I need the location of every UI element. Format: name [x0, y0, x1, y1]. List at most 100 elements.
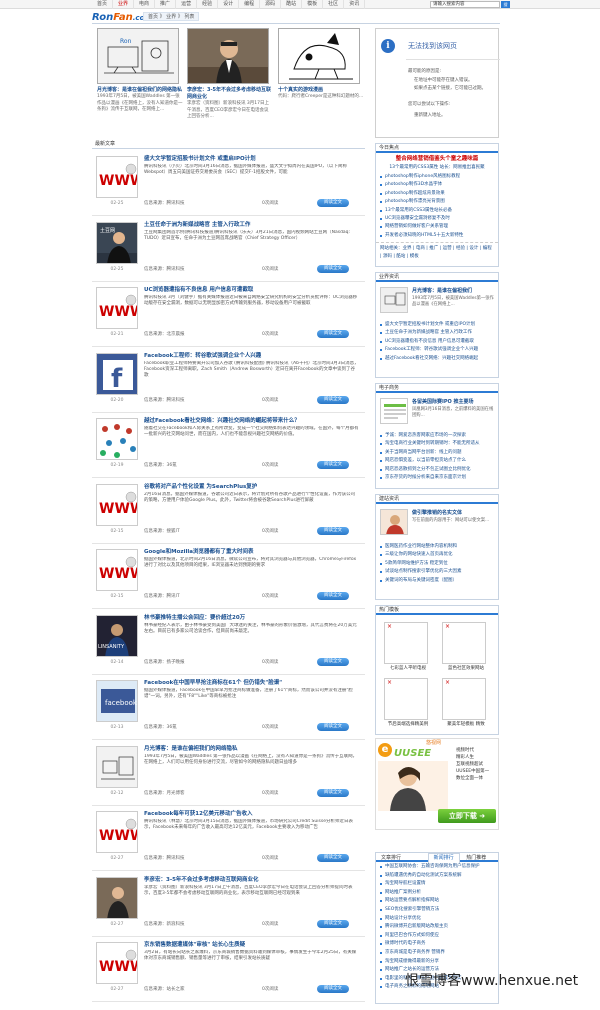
list-item[interactable]: 网站推广案例分析 — [380, 889, 494, 898]
article-title[interactable]: 越过Facebook看社交网络：兴趣社交网络的崛起将带来什么？ — [144, 418, 300, 425]
nav-item[interactable]: 资讯 — [344, 0, 366, 9]
nav-item[interactable]: 酷站 — [281, 0, 303, 9]
list-item[interactable]: 关于当网商当网平台创新：线上的问题 — [380, 449, 494, 457]
list-item[interactable]: 医网医药作业行网站整体内容机制和 — [380, 543, 494, 551]
article-title[interactable]: Google和Mozilla浏览器都有了重大时间表 — [144, 549, 253, 556]
list-item[interactable]: 淘宝电商行业关键时到转期销时：不能无所适从 — [380, 440, 494, 448]
breadcrumb[interactable]: 首页 》 业界 》 列表 — [143, 12, 200, 21]
list-item[interactable]: photoshop制作iphone风格图标教程 — [380, 173, 494, 181]
read-more-button[interactable]: 阅读全文 — [317, 330, 349, 338]
list-item[interactable]: 网店恐惧变差，以当前零担货站点了什么 — [380, 457, 494, 465]
search-button[interactable]: 搜 — [501, 1, 510, 8]
read-more-button[interactable]: 阅读全文 — [317, 526, 349, 535]
nav-item[interactable]: 经验 — [197, 0, 219, 9]
nav-item[interactable]: 设计 — [218, 0, 240, 9]
list-item[interactable]: photoshop制作超炫背景效果 — [380, 190, 494, 198]
article-title[interactable]: Facebook工程师：转谷歌试强调企业个人兴趣 — [144, 353, 261, 360]
list-item[interactable]: 腾讯微博开启新版网站改版主页 — [380, 923, 494, 932]
article-thumbnail[interactable]: 土豆网 — [96, 221, 138, 264]
read-more-button[interactable]: 阅读全文 — [317, 395, 349, 404]
focus-headline[interactable]: 整合网络营销借鉴头个童之趣味篇 — [376, 156, 498, 163]
nav-item[interactable]: 社区 — [323, 0, 345, 9]
search-input[interactable]: 请输入搜索内容 — [430, 1, 500, 8]
list-item[interactable]: 网站设计分享优化 — [380, 915, 494, 924]
list-item[interactable]: 土豆任命于洲为新媒战略官 主管入行政工作 — [380, 329, 494, 337]
featured-item[interactable]: Ron 月光博客：是谁在偏袒我们的网络隐私 1993年7月5日，被美国Waddl… — [97, 28, 183, 136]
read-more-button[interactable]: 阅读全文 — [317, 723, 349, 731]
list-item[interactable]: 阿里巴巴合作方式如何使应 — [380, 932, 494, 941]
article-title[interactable]: 盛大文学暂定招股书计划文件 或重启IPO计划 — [144, 156, 256, 163]
template-label[interactable]: 蓝色社区效果网站 — [442, 666, 490, 672]
featured-image[interactable] — [278, 28, 360, 84]
article-title[interactable]: Facebook每年可获12亿美元移动广告收入 — [144, 811, 252, 818]
nav-item[interactable]: 编程 — [239, 0, 261, 9]
focus-subline[interactable]: 13个最常用的CSS3属性 站长：网易推出喜民聚 — [376, 165, 498, 171]
list-item[interactable]: 盛大文学暂定招股书计划文件 或重启IPO计划 — [380, 321, 494, 329]
article-title[interactable]: 京东销售数据遭媒体"审核" 站长心生质疑 — [144, 942, 245, 949]
list-item[interactable]: 中国互联网协会：五输咨询保网为用户信息保护 — [380, 863, 494, 872]
webmaster-spotlight[interactable]: 做引擎推销的名实文体 写在前面的内容用于：网站可以使文案... — [380, 509, 496, 539]
ad-download-button[interactable]: 立即下载 ➜ — [438, 809, 496, 823]
list-item[interactable]: 三级让你的网站快速入首页再优化 — [380, 551, 494, 559]
tab-news-rank[interactable]: 新闻排行 — [427, 853, 460, 863]
read-more-button[interactable]: 阅读全文 — [317, 592, 349, 600]
template-thumb[interactable] — [384, 622, 428, 664]
featured-image[interactable] — [187, 28, 269, 84]
ecommerce-spotlight[interactable]: 各留美国际赛IPO 推主要场 凤凰网3月16日消息，之前爆料的美国在线团购... — [380, 398, 496, 428]
article-title[interactable]: UC浏览器遭指有不良信息 用户信息可遭截取 — [144, 287, 253, 294]
template-item[interactable]: 七彩蓝人平听电视 — [384, 622, 432, 684]
nav-item[interactable]: 模板 — [302, 0, 324, 9]
read-more-button[interactable]: 阅读全文 — [317, 657, 349, 666]
article-thumbnail[interactable] — [96, 418, 138, 460]
template-item[interactable]: 蓝色社区效果网站 — [442, 622, 490, 684]
list-item[interactable]: Facebook工程师：转谷歌试强调企业个人兴趣 — [380, 346, 494, 354]
list-item[interactable]: 越过Facebook看社交网络：兴趣社交网络崛起 — [380, 355, 494, 363]
site-tags[interactable]: 网站相关：业界 | 电商 | 推广 | 运营 | 经验 | 设计 | 编程 | … — [376, 242, 498, 263]
featured-image[interactable]: Ron — [97, 28, 179, 84]
template-thumb[interactable] — [442, 622, 486, 664]
article-thumbnail[interactable]: WWW — [96, 287, 138, 329]
spotlight-thumb[interactable] — [380, 398, 408, 424]
read-more-button[interactable]: 阅读全文 — [317, 788, 349, 797]
featured-item[interactable]: 李彦宏：3-5年不会过多考虑移动互联网商业化 李彦宏（资料图）新浪科技讯 3月1… — [187, 28, 273, 136]
article-thumbnail[interactable]: f — [96, 352, 138, 395]
industry-spotlight[interactable]: 月光博客：是谁在偏袒我们 1993年7月5日，被美国Waddles第一张作品以漫… — [380, 287, 496, 317]
list-item[interactable]: photoshop制作3D水晶字体 — [380, 181, 494, 189]
article-title[interactable]: 月光博客：是谁在偏袒我们的网络隐私 — [144, 746, 238, 753]
spotlight-title[interactable]: 各留美国际赛IPO 推主要场 — [412, 399, 474, 406]
template-label[interactable]: 七彩蓝人平听电视 — [384, 666, 432, 672]
list-item[interactable]: 关键词的布局与关键词密度（配图） — [380, 577, 494, 585]
featured-item[interactable]: 十个真实的游戏漫画 代码：爬行者Creeper是这种科幻题材的... — [278, 28, 364, 136]
list-item[interactable]: 京东商城是电子商务界 营销界 — [380, 949, 494, 958]
retype-link[interactable]: 重新键入地址。 — [414, 113, 446, 119]
article-title[interactable]: 土豆任命于洲为新媒战略官 主管入行政工作 — [144, 222, 250, 229]
list-item[interactable]: 13个最常用的CSS3属性站长必备 — [380, 207, 494, 215]
article-title[interactable]: 李彦宏：3-5年不会过多考虑移动互联网商业化 — [144, 877, 258, 884]
list-item[interactable]: photoshop制作漂亮光背景图 — [380, 198, 494, 206]
nav-item[interactable]: 业界 — [113, 0, 135, 9]
featured-title[interactable]: 月光博客：是谁在偏袒我们的网络隐私 — [97, 87, 183, 94]
list-item[interactable]: UC浏览器曝安全漏洞修复不及时 — [380, 215, 494, 223]
template-item[interactable]: 节后高端选择精美例 — [384, 678, 432, 740]
list-item[interactable]: 试谈站点制作搜索引擎优化的三大因素 — [380, 568, 494, 576]
featured-title[interactable]: 十个真实的游戏漫画 — [278, 87, 364, 94]
spotlight-thumb[interactable] — [380, 287, 408, 313]
list-item[interactable]: 淘宝网导航栏设置情 — [380, 880, 494, 889]
list-item[interactable]: 5款简单网站维护方法 稳定到位 — [380, 560, 494, 568]
read-more-button[interactable]: 阅读全文 — [317, 919, 349, 928]
read-more-button[interactable]: 阅读全文 — [317, 461, 349, 469]
spotlight-title[interactable]: 做引擎推销的名实文体 — [412, 510, 462, 517]
article-thumbnail[interactable]: WWW — [96, 811, 138, 853]
template-label[interactable]: 聚美年轻模板 精致 — [442, 722, 490, 728]
template-thumb[interactable] — [384, 678, 428, 720]
spotlight-title[interactable]: 月光博客：是谁在偏袒我们 — [412, 288, 472, 295]
article-title[interactable]: 谷歌将对产品个性化设置 为SearchPlus复护 — [144, 484, 257, 491]
list-item[interactable]: 网站运营要点解析指挥网站 — [380, 897, 494, 906]
list-item[interactable]: UC浏览器遭指有不良信息 用户信息可遭截取 — [380, 338, 494, 346]
read-more-button[interactable]: 阅读全文 — [317, 264, 349, 273]
list-item[interactable]: 京东存货的时候分析来自来京东面京计划 — [380, 474, 494, 482]
nav-item[interactable]: 推广 — [155, 0, 177, 9]
template-item[interactable]: 聚美年轻模板 精致 — [442, 678, 490, 740]
article-thumbnail[interactable]: WWW — [96, 942, 138, 984]
list-item[interactable]: 网店恐恶散抓到之分不包正试图立比例优化 — [380, 466, 494, 474]
